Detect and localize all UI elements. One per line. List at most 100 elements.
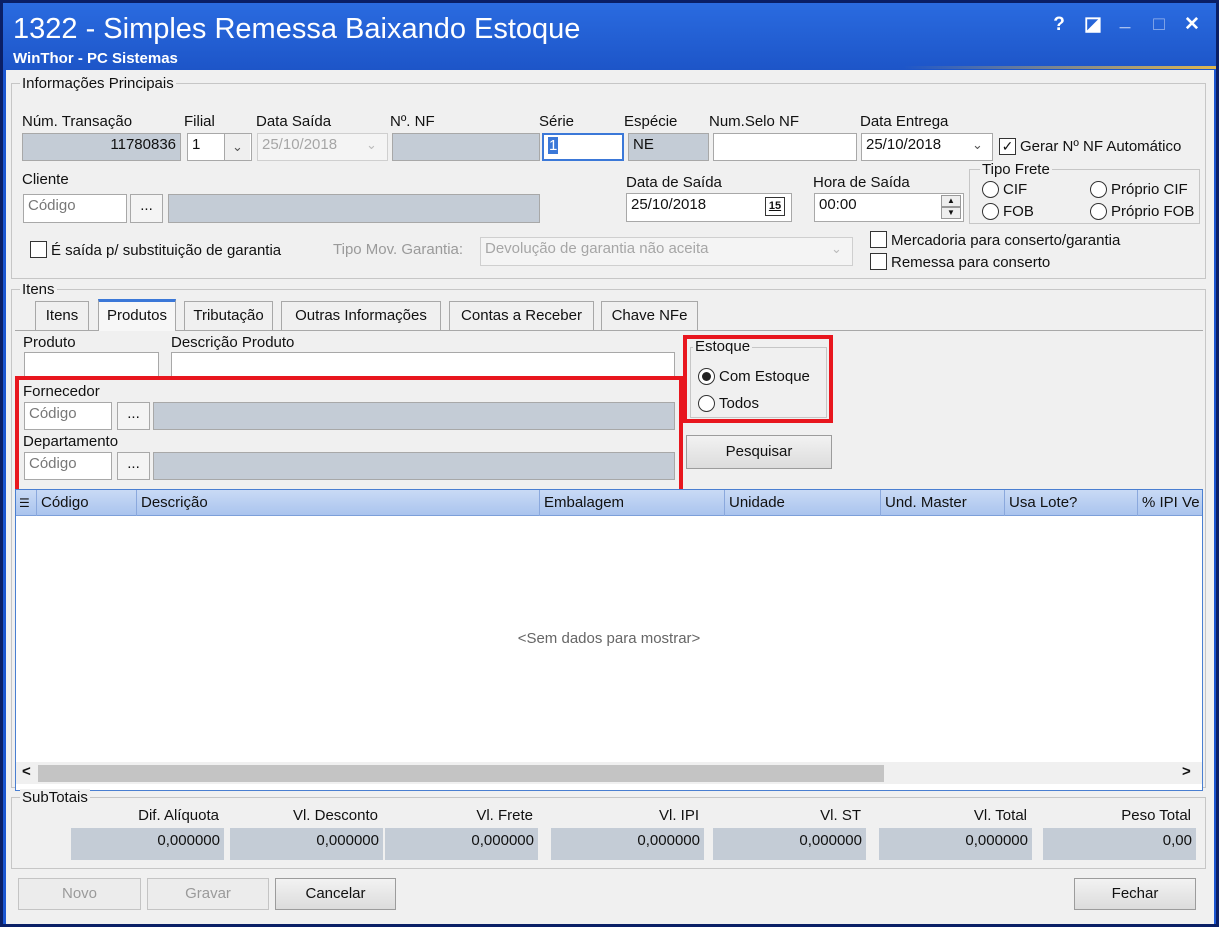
spin-up-icon[interactable]: ▲ [941, 195, 961, 207]
column-chooser-icon[interactable]: ☰ [16, 490, 36, 516]
cliente-name-field [168, 194, 540, 223]
tab-produtos[interactable]: Produtos [98, 299, 176, 331]
especie-label: Espécie [624, 113, 678, 130]
tab-tributacao[interactable]: Tributação [184, 301, 273, 330]
scrollbar-thumb[interactable] [38, 765, 884, 782]
chevron-down-icon: ⌄ [831, 241, 842, 256]
produto-label: Produto [23, 334, 76, 351]
close-icon[interactable]: ✕ [1179, 13, 1205, 39]
itens-group-title: Itens [20, 281, 57, 298]
grid-col-ipi[interactable]: % IPI Ve [1137, 490, 1202, 516]
num-transacao-label: Núm. Transação [22, 113, 133, 130]
mercadoria-checkbox[interactable] [870, 231, 887, 248]
cliente-code-input[interactable]: Código [23, 194, 127, 223]
tipo-mov-value: Devolução de garantia não aceita [485, 240, 709, 257]
pesquisar-button[interactable]: Pesquisar [686, 435, 832, 469]
gerar-nf-checkbox[interactable]: ✓ [999, 138, 1016, 155]
tab-contas-a-receber[interactable]: Contas a Receber [449, 301, 594, 330]
calendar-icon[interactable]: 15 [765, 197, 785, 216]
grid-col-embalagem[interactable]: Embalagem [539, 490, 724, 516]
hora-saida-input[interactable]: 00:00 ▲ ▼ [814, 193, 964, 222]
subtotal-peso-total: 0,00 [1043, 828, 1196, 860]
frete-proprio-fob-radio[interactable] [1090, 203, 1107, 220]
form-body: Informações Principais Núm. Transação 11… [6, 70, 1214, 924]
chevron-down-icon: ⌄ [366, 137, 377, 152]
filial-label: Filial [184, 113, 215, 130]
grid-col-codigo[interactable]: Código [36, 490, 136, 516]
data-entrega-label: Data Entrega [860, 113, 949, 130]
title-bar: 1322 - Simples Remessa Baixando Estoque … [3, 3, 1216, 70]
cliente-search-button[interactable]: ... [130, 194, 163, 223]
frete-proprio-cif-radio[interactable] [1090, 181, 1107, 198]
subtotal-label-vl-st: Vl. ST [820, 807, 861, 824]
highlight-estoque [683, 335, 833, 423]
hora-saida-label: Hora de Saída [813, 174, 910, 191]
subtotal-label-dif-aliquota: Dif. Alíquota [138, 807, 219, 824]
highlight-fornecedor-departamento [15, 376, 683, 493]
chevron-down-icon[interactable]: ⌄ [224, 134, 250, 160]
num-selo-input[interactable] [713, 133, 857, 161]
frete-cif-radio[interactable] [982, 181, 999, 198]
principal-group-title: Informações Principais [20, 75, 176, 92]
descricao-produto-label: Descrição Produto [171, 334, 295, 351]
tab-strip-line [15, 330, 1203, 331]
data-entrega-select[interactable]: 25/10/2018 ⌄ [861, 133, 993, 161]
cancelar-button[interactable]: Cancelar [275, 878, 396, 910]
gravar-button[interactable]: Gravar [147, 878, 269, 910]
grid-horizontal-scrollbar[interactable]: < > [16, 762, 1202, 784]
chevron-down-icon[interactable]: ⌄ [972, 137, 983, 153]
subtotal-label-vl-frete: Vl. Frete [476, 807, 533, 824]
subtotal-vl-frete: 0,000000 [385, 828, 538, 860]
app-window: 1322 - Simples Remessa Baixando Estoque … [0, 0, 1219, 927]
scroll-left-icon[interactable]: < [22, 763, 31, 780]
subtotal-label-vl-desconto: Vl. Desconto [292, 807, 378, 824]
tipo-mov-label: Tipo Mov. Garantia: [333, 241, 464, 258]
frete-fob-radio[interactable] [982, 203, 999, 220]
data-de-saida-input[interactable]: 25/10/2018 15 [626, 193, 792, 222]
subtotais-title: SubTotais [20, 789, 90, 806]
data-saida-value: 25/10/2018 [262, 136, 338, 153]
tab-itens[interactable]: Itens [35, 301, 89, 330]
frete-cif-label: CIF [1003, 181, 1028, 198]
tab-chave-nfe[interactable]: Chave NFe [601, 301, 698, 330]
saida-garantia-label: É saída p/ substituição de garantia [51, 242, 282, 259]
subtotal-label-vl-total: Vl. Total [973, 807, 1027, 824]
window-subtitle: WinThor - PC Sistemas [13, 50, 178, 67]
data-saida-label: Data Saída [256, 113, 332, 130]
subtotal-vl-desconto: 0,000000 [230, 828, 383, 860]
frete-fob-label: FOB [1003, 203, 1034, 220]
grid-col-unidade[interactable]: Unidade [724, 490, 880, 516]
fechar-button[interactable]: Fechar [1074, 878, 1196, 910]
spin-down-icon[interactable]: ▼ [941, 207, 961, 219]
tab-outras-informacoes[interactable]: Outras Informações [281, 301, 441, 330]
grid-col-usa-lote[interactable]: Usa Lote? [1004, 490, 1137, 516]
filial-select[interactable]: 1 ⌄ [187, 133, 252, 161]
serie-input[interactable]: 1 [542, 133, 624, 161]
serie-label: Série [539, 113, 575, 130]
num-nf-field [392, 133, 540, 161]
restore-icon[interactable]: ◪ [1080, 13, 1106, 39]
subtotal-vl-total: 0,000000 [879, 828, 1032, 860]
grid-col-und-master[interactable]: Und. Master [880, 490, 1004, 516]
remessa-checkbox[interactable] [870, 253, 887, 270]
data-de-saida-label: Data de Saída [626, 174, 722, 191]
saida-garantia-checkbox[interactable] [30, 241, 47, 258]
subtotal-label-peso-total: Peso Total [1121, 807, 1191, 824]
title-accent-line [903, 66, 1216, 69]
gerar-nf-label: Gerar Nº NF Automático [1020, 138, 1182, 155]
num-nf-label: Nº. NF [390, 113, 435, 130]
results-grid[interactable]: ☰ Código Descrição Embalagem Unidade Und… [15, 489, 1203, 791]
data-de-saida-value: 25/10/2018 [631, 196, 707, 213]
maximize-icon[interactable]: □ [1146, 13, 1172, 39]
subtotal-label-vl-ipi: Vl. IPI [658, 807, 699, 824]
minimize-icon[interactable]: _ [1112, 9, 1138, 35]
frete-proprio-cif-label: Próprio CIF [1111, 181, 1188, 198]
cliente-label: Cliente [22, 171, 69, 188]
num-transacao-field: 11780836 [22, 133, 181, 161]
grid-col-descricao[interactable]: Descrição [136, 490, 539, 516]
novo-button[interactable]: Novo [18, 878, 141, 910]
help-icon[interactable]: ? [1046, 13, 1072, 39]
grid-empty-message: <Sem dados para mostrar> [517, 630, 701, 647]
scroll-right-icon[interactable]: > [1182, 763, 1191, 780]
tipo-frete-title: Tipo Frete [980, 161, 1052, 178]
